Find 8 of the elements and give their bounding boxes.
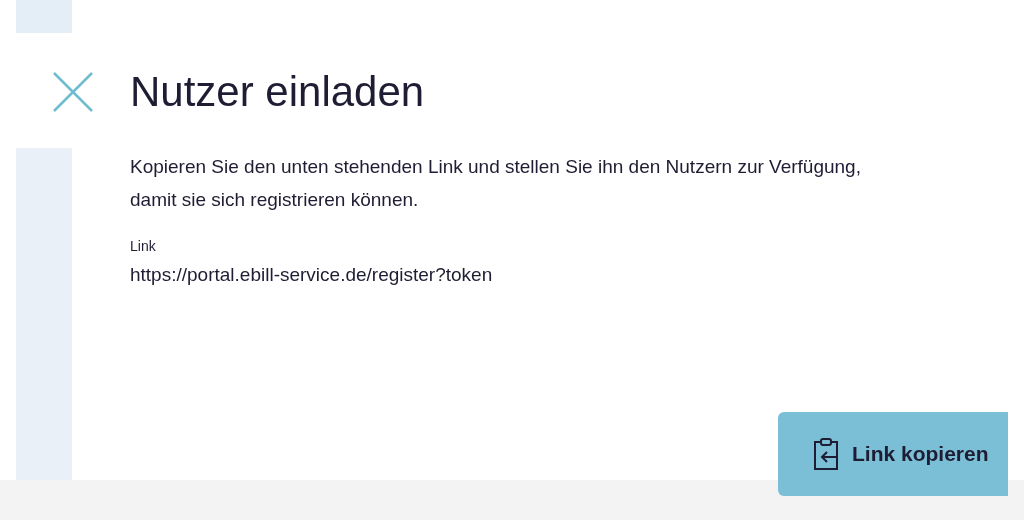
- description-text: Kopieren Sie den unten stehenden Link und stellen Sie ihn den Nutzern zur Verfügung, damit sie sich registrieren können.: [130, 155, 862, 212]
- link-label: Link: [130, 237, 156, 256]
- copy-link-button[interactable]: Link kopieren: [778, 412, 1008, 496]
- link-value: https://portal.ebill-service.de/register?token: [130, 263, 493, 287]
- close-button[interactable]: [52, 71, 94, 113]
- clipboard-icon: [812, 437, 840, 471]
- dialog-title: Nutzer einladen: [130, 67, 425, 117]
- sidebar-background: [16, 0, 72, 33]
